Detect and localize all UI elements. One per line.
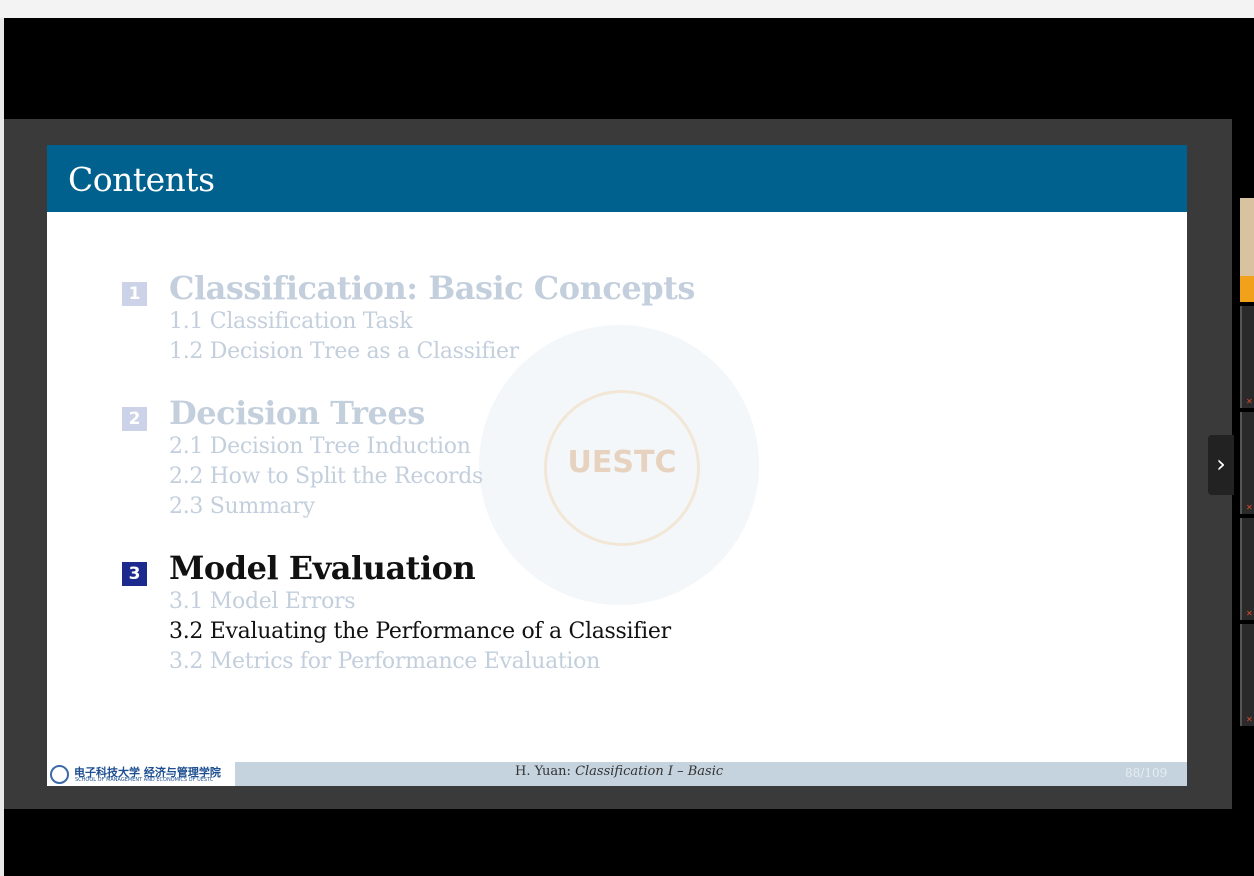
- footer-author: H. Yuan:: [515, 764, 576, 779]
- seal-text: UESTC: [567, 445, 677, 480]
- subsection-2-2[interactable]: 2.2 How to Split the Records: [169, 464, 483, 489]
- subsection-3-3[interactable]: 3.2 Metrics for Performance Evaluation: [169, 649, 600, 674]
- section-title-2[interactable]: Decision Trees: [169, 394, 425, 432]
- subsection-1-2[interactable]: 1.2 Decision Tree as a Classifier: [169, 339, 519, 364]
- footer-author-title: H. Yuan: Classification I – Basic: [515, 764, 723, 779]
- page-number: 88/109: [1125, 766, 1168, 780]
- subsection-2-3[interactable]: 2.3 Summary: [169, 494, 315, 519]
- participant-thumbnail-rail[interactable]: ✕ ✕ ✕ ✕: [1240, 198, 1254, 728]
- slide-title: Contents: [68, 160, 215, 199]
- subsection-3-2-current[interactable]: 3.2 Evaluating the Performance of a Clas…: [169, 619, 671, 644]
- muted-mic-icon: ✕: [1246, 715, 1253, 724]
- chevron-right-icon: ›: [1216, 450, 1226, 478]
- section-title-1[interactable]: Classification: Basic Concepts: [169, 269, 695, 307]
- section-title-3[interactable]: Model Evaluation: [169, 549, 476, 587]
- muted-mic-icon: ✕: [1246, 503, 1253, 512]
- top-bar: [0, 0, 1254, 18]
- participant-tile[interactable]: ✕: [1240, 412, 1254, 514]
- participant-tile[interactable]: ✕: [1240, 306, 1254, 408]
- subsection-2-1[interactable]: 2.1 Decision Tree Induction: [169, 434, 471, 459]
- subsection-3-1[interactable]: 3.1 Model Errors: [169, 589, 356, 614]
- subsection-1-1[interactable]: 1.1 Classification Task: [169, 309, 413, 334]
- participant-tile[interactable]: ✕: [1240, 624, 1254, 726]
- slide-header: Contents: [47, 145, 1187, 212]
- participant-tile[interactable]: ✕: [1240, 518, 1254, 620]
- muted-mic-icon: ✕: [1246, 397, 1253, 406]
- section-number-3: 3: [122, 562, 147, 586]
- participant-video-thumbnail[interactable]: [1240, 198, 1254, 276]
- section-number-1: 1: [122, 282, 147, 306]
- footer-talk-title: Classification I – Basic: [575, 764, 724, 779]
- participant-highlight-bar: [1240, 276, 1254, 302]
- slide: Contents UESTC 1 Classification: Basic C…: [47, 145, 1187, 786]
- section-number-2: 2: [122, 407, 147, 431]
- next-slide-button[interactable]: ›: [1208, 435, 1234, 495]
- university-logo-icon: [50, 765, 69, 784]
- muted-mic-icon: ✕: [1246, 609, 1253, 618]
- logo-text-english: SCHOOL OF MANAGEMENT AND ECONOMICS OF UE…: [75, 777, 214, 783]
